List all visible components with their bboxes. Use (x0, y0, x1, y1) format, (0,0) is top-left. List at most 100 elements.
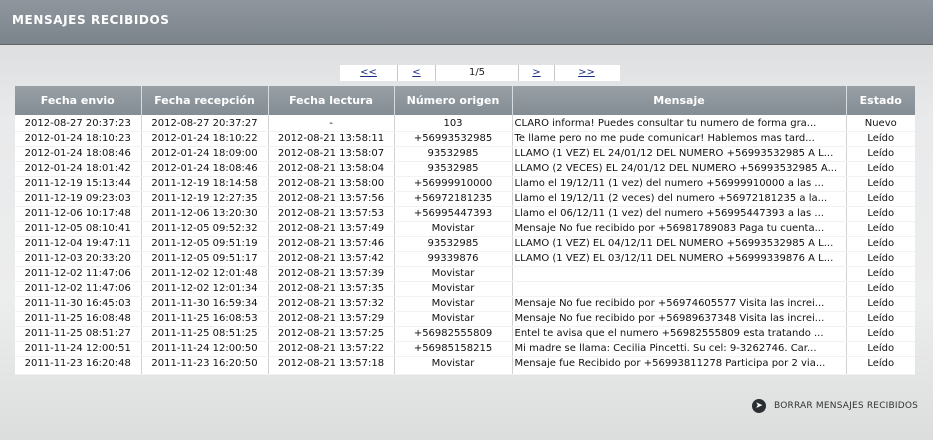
table-row[interactable]: 2011-11-25 08:51:27 2011-11-25 08:51:25 20… (15, 326, 915, 342)
delete-messages-button[interactable]: ➤ BORRAR MENSAJES RECIBIDOS (752, 399, 918, 413)
fecha-envio-cell: 2011-12-02 11:47:06 (15, 281, 141, 297)
column-header-fecha-envio[interactable]: Fecha envio (15, 86, 142, 115)
estado-cell: Leído (845, 311, 915, 327)
estado-cell: Leído (845, 251, 915, 267)
estado-cell: Leído (845, 191, 915, 207)
table-row[interactable]: 2011-12-05 08:10:41 2011-12-05 09:52:32 20… (15, 221, 915, 237)
table-row[interactable]: 2011-12-19 15:13:44 2011-12-19 18:14:58 20… (15, 176, 915, 192)
fecha-envio-cell: 2012-01-24 18:08:46 (15, 146, 141, 162)
mensaje-cell[interactable]: CLARO informa! Puedes consultar tu numer… (511, 115, 846, 132)
numero-origen-cell: +56995447393 (393, 206, 512, 222)
fecha-lectura-cell: - (267, 115, 394, 132)
table-row[interactable]: 2011-11-23 16:20:48 2011-11-23 16:20:50 20… (15, 356, 915, 375)
fecha-lectura-cell: 2012-08-21 13:57:39 (267, 266, 394, 282)
mensaje-cell[interactable]: LLAMO (1 VEZ) EL 24/01/12 DEL NUMERO +56… (511, 146, 846, 162)
fecha-recepcion-cell: 2011-11-25 08:51:25 (140, 326, 268, 342)
estado-cell: Leído (845, 356, 915, 375)
mensaje-cell[interactable]: Entel te avisa que el numero +5698255580… (511, 326, 846, 342)
column-header-fecha-recepcion[interactable]: Fecha recepción (140, 86, 269, 115)
column-header-estado[interactable]: Estado (845, 86, 915, 115)
prev-page-link[interactable]: < (398, 65, 436, 81)
numero-origen-cell: 103 (393, 115, 512, 132)
fecha-envio-cell: 2011-12-05 08:10:41 (15, 221, 141, 237)
mensaje-cell[interactable] (511, 281, 846, 297)
fecha-recepcion-cell: 2011-12-19 18:14:58 (140, 176, 268, 192)
table-row[interactable]: 2011-12-02 11:47:06 2011-12-02 12:01:34 20… (15, 281, 915, 297)
column-header-fecha-lectura[interactable]: Fecha lectura (267, 86, 395, 115)
fecha-lectura-cell: 2012-08-21 13:58:11 (267, 131, 394, 147)
fecha-envio-cell: 2012-01-24 18:01:42 (15, 161, 141, 177)
estado-cell: Leído (845, 296, 915, 312)
fecha-envio-cell: 2011-11-24 12:00:51 (15, 341, 141, 357)
fecha-lectura-cell: 2012-08-21 13:57:46 (267, 236, 394, 252)
table-row[interactable]: 2011-12-03 20:33:20 2011-12-05 09:51:17 20… (15, 251, 915, 267)
column-header-mensaje[interactable]: Mensaje (511, 86, 847, 115)
table-row[interactable]: 2012-01-24 18:08:46 2012-01-24 18:09:00 20… (15, 146, 915, 162)
estado-cell: Leído (845, 176, 915, 192)
mensaje-cell[interactable]: Llamo el 19/12/11 (1 vez) del numero +56… (511, 176, 846, 192)
table-row[interactable]: 2011-12-19 09:23:03 2011-12-19 12:27:35 20… (15, 191, 915, 207)
fecha-envio-cell: 2011-12-02 11:47:06 (15, 266, 141, 282)
estado-cell: Leído (845, 161, 915, 177)
fecha-lectura-cell: 2012-08-21 13:57:53 (267, 206, 394, 222)
mensaje-cell[interactable]: LLAMO (1 VEZ) EL 03/12/11 DEL NUMERO +56… (511, 251, 846, 267)
mensaje-cell[interactable]: Llamo el 06/12/11 (1 vez) del numero +56… (511, 206, 846, 222)
numero-origen-cell: +56972181235 (393, 191, 512, 207)
numero-origen-cell: Movistar (393, 356, 512, 375)
numero-origen-cell: +56985158215 (393, 341, 512, 357)
table-row[interactable]: 2011-11-30 16:45:03 2011-11-30 16:59:34 20… (15, 296, 915, 312)
fecha-envio-cell: 2011-12-19 15:13:44 (15, 176, 141, 192)
first-page-link[interactable]: << (340, 65, 398, 81)
fecha-envio-cell: 2011-11-30 16:45:03 (15, 296, 141, 312)
fecha-recepcion-cell: 2011-11-25 16:08:53 (140, 311, 268, 327)
fecha-envio-cell: 2012-01-24 18:10:23 (15, 131, 141, 147)
table-row[interactable]: 2012-01-24 18:01:42 2012-01-24 18:08:46 20… (15, 161, 915, 177)
messages-table-container: Fecha envio Fecha recepción Fecha lectur… (15, 86, 915, 375)
fecha-recepcion-cell: 2012-01-24 18:10:22 (140, 131, 268, 147)
estado-cell: Leído (845, 131, 915, 147)
mensaje-cell[interactable]: Llamo el 19/12/11 (2 veces) del numero +… (511, 191, 846, 207)
mensaje-cell[interactable]: Mensaje No fue recibido por +56989637348… (511, 311, 846, 327)
fecha-envio-cell: 2011-12-06 10:17:48 (15, 206, 141, 222)
next-page-link[interactable]: > (519, 65, 555, 81)
fecha-lectura-cell: 2012-08-21 13:57:49 (267, 221, 394, 237)
mensaje-cell[interactable]: LLAMO (2 VECES) EL 24/01/12 DEL NUMERO +… (511, 161, 846, 177)
mensaje-cell[interactable] (511, 266, 846, 282)
estado-cell: Leído (845, 236, 915, 252)
numero-origen-cell: +56993532985 (393, 131, 512, 147)
fecha-lectura-cell: 2012-08-21 13:57:35 (267, 281, 394, 297)
fecha-envio-cell: 2011-12-19 09:23:03 (15, 191, 141, 207)
messages-table: Fecha envio Fecha recepción Fecha lectur… (15, 86, 915, 375)
numero-origen-cell: Movistar (393, 296, 512, 312)
last-page-link[interactable]: >> (555, 65, 618, 81)
table-row[interactable]: 2011-12-06 10:17:48 2011-12-06 13:20:30 20… (15, 206, 915, 222)
table-row[interactable]: 2011-11-25 16:08:48 2011-11-25 16:08:53 20… (15, 311, 915, 327)
table-row[interactable]: 2012-08-27 20:37:23 2012-08-27 20:37:27-1… (15, 115, 915, 132)
arrow-right-circle-icon: ➤ (752, 399, 766, 413)
mensaje-cell[interactable]: Mensaje fue Recibido por +56993811278 Pa… (511, 356, 846, 375)
fecha-envio-cell: 2011-12-04 19:47:11 (15, 236, 141, 252)
column-header-numero-origen[interactable]: Número origen (393, 86, 513, 115)
mensaje-cell[interactable]: Mensaje No fue recibido por +56981789083… (511, 221, 846, 237)
fecha-lectura-cell: 2012-08-21 13:57:32 (267, 296, 394, 312)
page-header: MENSAJES RECIBIDOS (0, 0, 933, 45)
fecha-recepcion-cell: 2012-08-27 20:37:27 (140, 115, 268, 132)
numero-origen-cell: 93532985 (393, 161, 512, 177)
estado-cell: Leído (845, 206, 915, 222)
mensaje-cell[interactable]: Mensaje No fue recibido por +56974605577… (511, 296, 846, 312)
table-row[interactable]: 2011-12-02 11:47:06 2011-12-02 12:01:48 20… (15, 266, 915, 282)
fecha-recepcion-cell: 2011-12-05 09:52:32 (140, 221, 268, 237)
fecha-recepcion-cell: 2011-11-30 16:59:34 (140, 296, 268, 312)
fecha-envio-cell: 2011-11-23 16:20:48 (15, 356, 141, 375)
mensaje-cell[interactable]: Mi madre se llama: Cecilia Pincetti. Su … (511, 341, 846, 357)
mensaje-cell[interactable]: Te llame pero no me pude comunicar! Habl… (511, 131, 846, 147)
table-row[interactable]: 2011-12-04 19:47:11 2011-12-05 09:51:19 20… (15, 236, 915, 252)
estado-cell: Nuevo (845, 115, 915, 132)
page-indicator: 1/5 (436, 65, 519, 81)
estado-cell: Leído (845, 146, 915, 162)
fecha-recepcion-cell: 2011-12-02 12:01:48 (140, 266, 268, 282)
table-row[interactable]: 2011-11-24 12:00:51 2011-11-24 12:00:50 20… (15, 341, 915, 357)
table-row[interactable]: 2012-01-24 18:10:23 2012-01-24 18:10:22 20… (15, 131, 915, 147)
numero-origen-cell: Movistar (393, 281, 512, 297)
mensaje-cell[interactable]: LLAMO (1 VEZ) EL 04/12/11 DEL NUMERO +56… (511, 236, 846, 252)
